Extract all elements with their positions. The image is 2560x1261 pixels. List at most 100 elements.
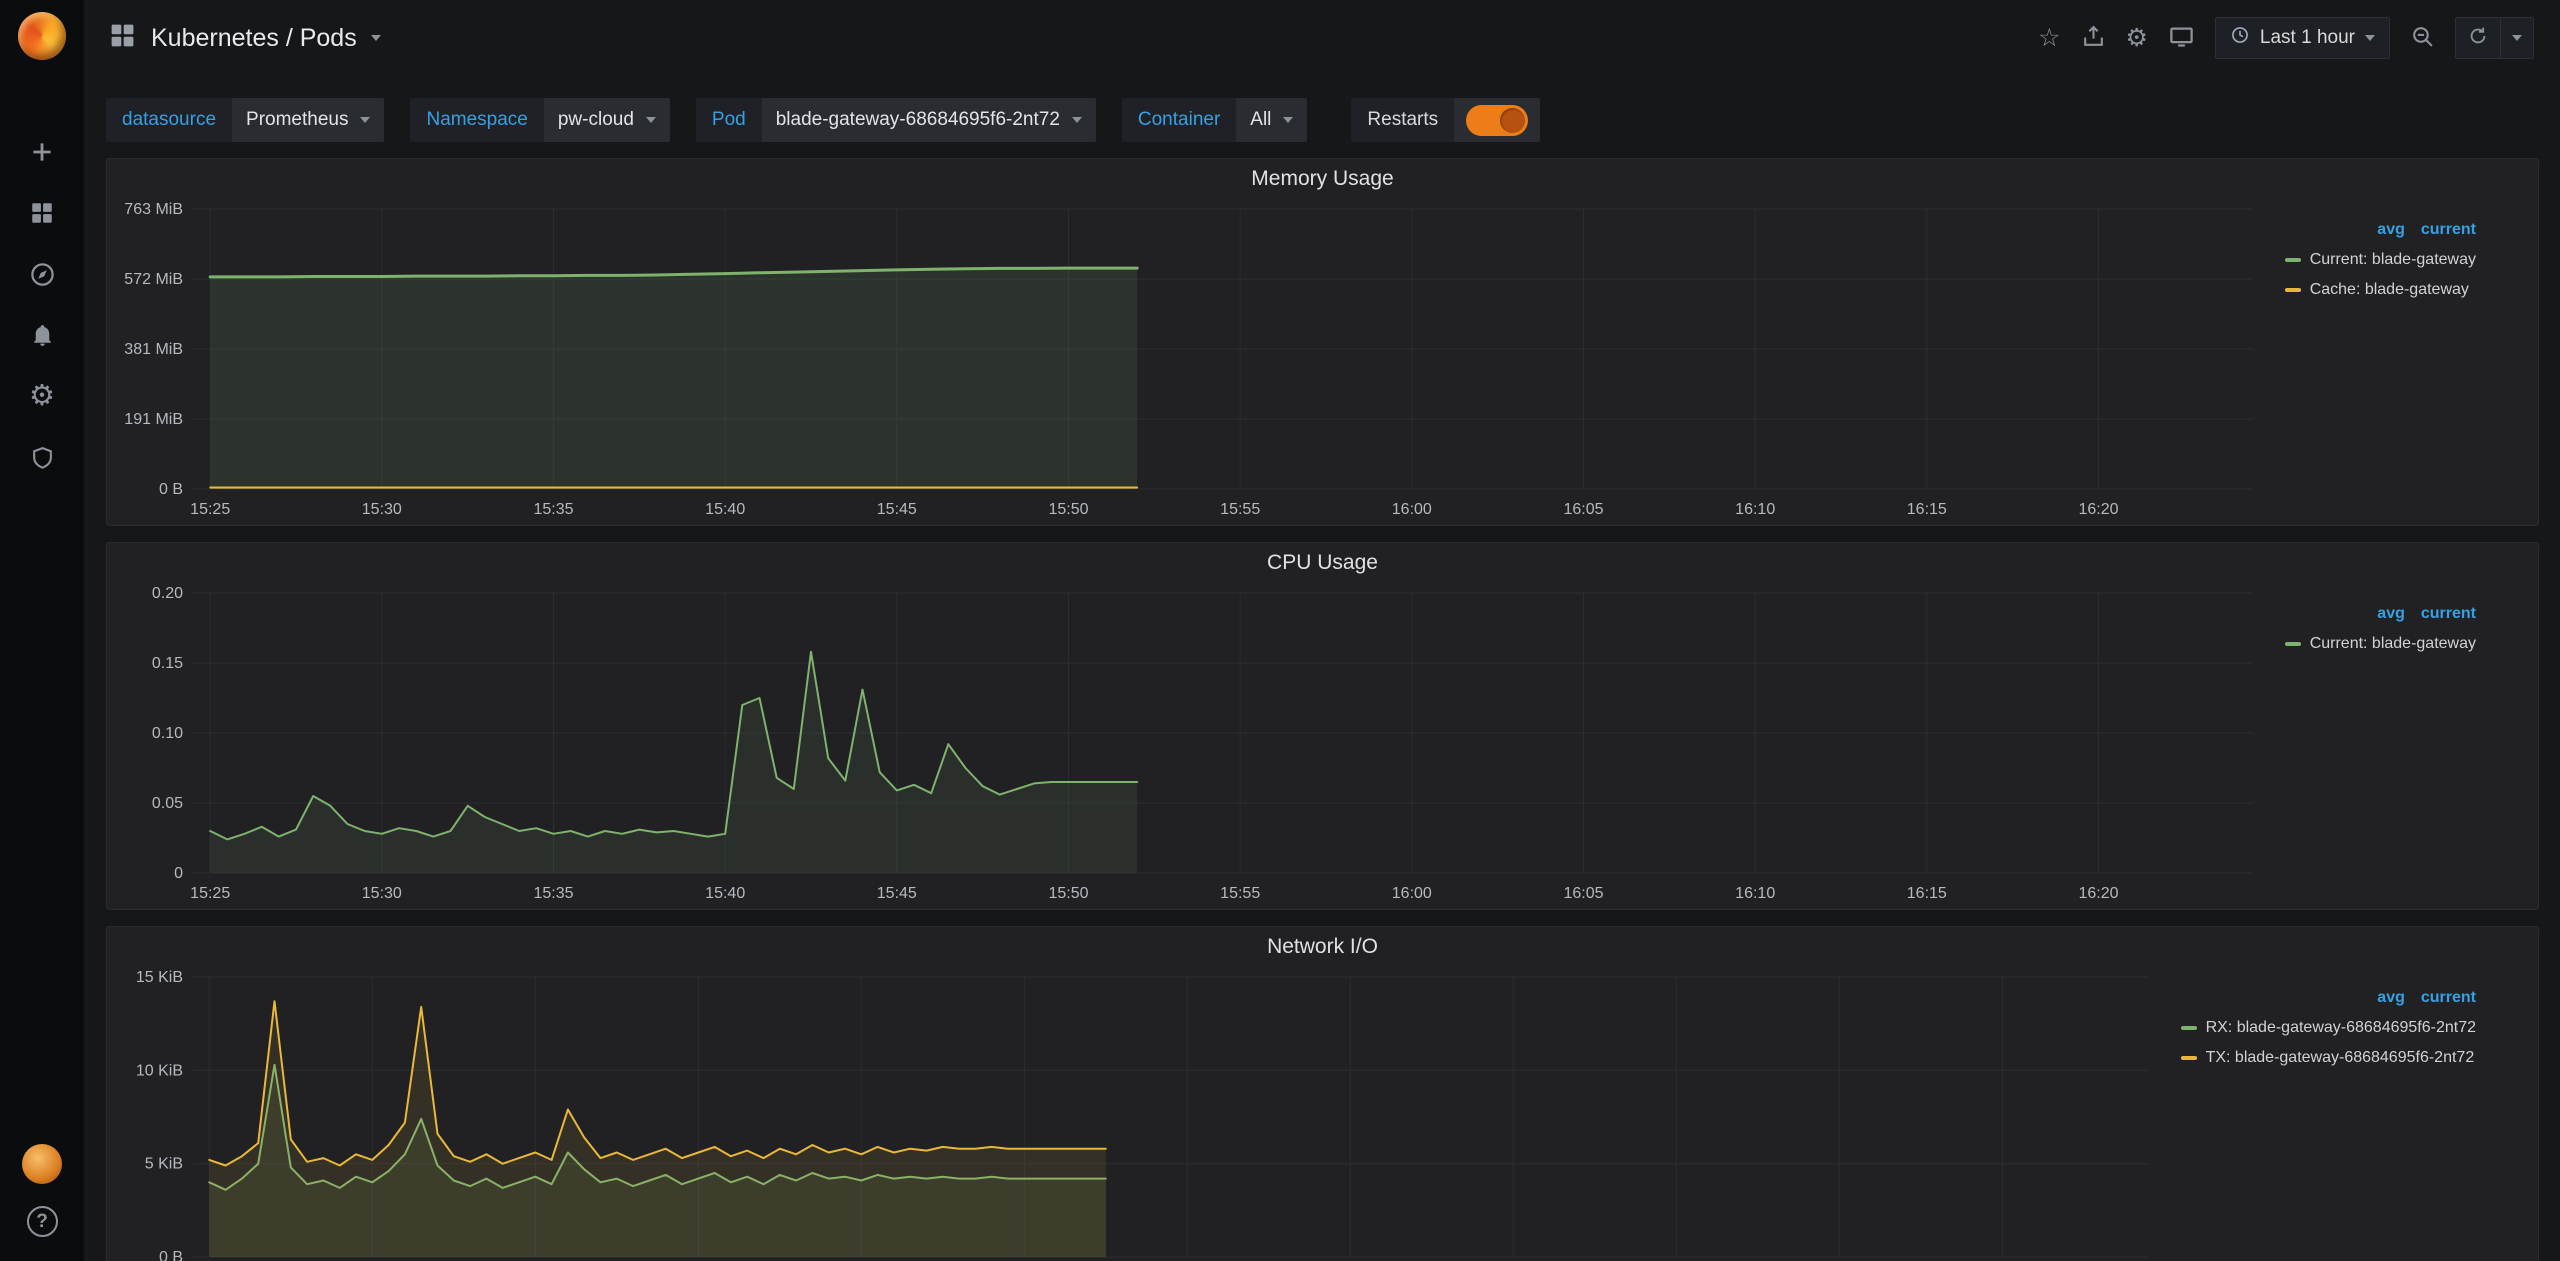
namespace-select[interactable]: pw-cloud: [544, 98, 670, 142]
variable-restarts: Restarts: [1351, 98, 1540, 142]
bell-icon: [30, 323, 55, 348]
user-avatar[interactable]: [22, 1144, 62, 1184]
sidebar-item-alerting[interactable]: [28, 321, 56, 349]
sidebar-item-explore[interactable]: [28, 260, 56, 288]
legend-item[interactable]: Current: blade-gateway: [2285, 251, 2476, 269]
clock-icon: [2230, 25, 2250, 51]
share-button[interactable]: [2081, 24, 2106, 52]
series-label: Cache: blade-gateway: [2310, 281, 2469, 299]
cycle-view-button[interactable]: [2168, 23, 2195, 53]
panel-title[interactable]: CPU Usage: [107, 543, 2538, 583]
svg-text:15:50: 15:50: [1048, 885, 1088, 902]
svg-text:0.10: 0.10: [152, 725, 183, 742]
legend-sort-avg[interactable]: avg: [2377, 989, 2405, 1007]
restarts-toggle[interactable]: [1466, 105, 1528, 136]
time-range-label: Last 1 hour: [2260, 27, 2355, 49]
svg-text:16:20: 16:20: [2078, 501, 2118, 518]
legend-sort-avg[interactable]: avg: [2377, 221, 2405, 239]
variable-pod: Pod blade-gateway-68684695f6-2nt72: [696, 98, 1096, 142]
svg-text:15:30: 15:30: [362, 501, 402, 518]
settings-button[interactable]: ⚙: [2126, 26, 2148, 51]
svg-text:15:55: 15:55: [1220, 501, 1260, 518]
sidebar-item-server-admin[interactable]: [28, 443, 56, 471]
variables-bar: datasource Prometheus Namespace pw-cloud…: [84, 76, 2560, 142]
legend-sort-links: avg current: [2285, 221, 2476, 239]
svg-text:16:10: 16:10: [1735, 885, 1775, 902]
series-swatch: [2181, 1056, 2197, 1060]
svg-text:15:30: 15:30: [362, 885, 402, 902]
shield-icon: [30, 445, 55, 470]
legend-item[interactable]: RX: blade-gateway-68684695f6-2nt72: [2181, 1019, 2476, 1037]
series-swatch: [2285, 288, 2301, 292]
panel-cpu-usage: CPU Usage 00.050.100.150.2015:2515:3015:…: [106, 542, 2539, 910]
svg-text:15:40: 15:40: [705, 501, 745, 518]
time-picker-button[interactable]: Last 1 hour: [2215, 17, 2390, 59]
refresh-icon: [2467, 25, 2489, 52]
panel-title[interactable]: Memory Usage: [107, 159, 2538, 199]
legend-sort-current[interactable]: current: [2421, 605, 2476, 623]
grafana-logo-icon[interactable]: [18, 12, 66, 60]
gear-icon: ⚙: [2126, 26, 2148, 51]
network-legend: avg current RX: blade-gateway-68684695f6…: [2165, 967, 2532, 1261]
legend-item[interactable]: TX: blade-gateway-68684695f6-2nt72: [2181, 1049, 2476, 1067]
legend-sort-current[interactable]: current: [2421, 221, 2476, 239]
chevron-down-icon: [646, 117, 656, 123]
legend-item[interactable]: Current: blade-gateway: [2285, 635, 2476, 653]
sidebar-item-dashboards[interactable]: [28, 199, 56, 227]
gear-icon: ⚙: [29, 382, 55, 411]
svg-text:15:50: 15:50: [1048, 501, 1088, 518]
svg-text:15:40: 15:40: [705, 885, 745, 902]
dashboard-header: Kubernetes / Pods ☆ ⚙: [84, 0, 2560, 76]
svg-text:15:55: 15:55: [1220, 885, 1260, 902]
svg-text:0.15: 0.15: [152, 655, 183, 672]
pod-value: blade-gateway-68684695f6-2nt72: [776, 109, 1060, 131]
svg-text:15:35: 15:35: [533, 501, 573, 518]
container-select[interactable]: All: [1236, 98, 1307, 142]
chevron-down-icon: [1072, 117, 1082, 123]
namespace-value: pw-cloud: [558, 109, 634, 131]
refresh-interval-button[interactable]: [2500, 18, 2533, 58]
legend-sort-links: avg current: [2285, 605, 2476, 623]
chevron-down-icon: [1283, 117, 1293, 123]
zoom-out-button[interactable]: [2410, 24, 2435, 52]
network-io-chart[interactable]: 0 B5 KiB10 KiB15 KiB15:2515:3015:3515:40…: [113, 967, 2165, 1261]
dashboards-icon: [29, 200, 55, 226]
svg-text:15:35: 15:35: [533, 885, 573, 902]
series-label: TX: blade-gateway-68684695f6-2nt72: [2206, 1049, 2475, 1067]
legend-sort-avg[interactable]: avg: [2377, 605, 2405, 623]
series-swatch: [2285, 258, 2301, 262]
variable-datasource: datasource Prometheus: [106, 98, 384, 142]
series-swatch: [2285, 642, 2301, 646]
legend-item[interactable]: Cache: blade-gateway: [2285, 281, 2476, 299]
sidebar-item-configuration[interactable]: ⚙: [28, 382, 56, 410]
panel-title[interactable]: Network I/O: [107, 927, 2538, 967]
star-button[interactable]: ☆: [2038, 26, 2060, 51]
variable-container: Container All: [1122, 98, 1308, 142]
sidebar: ⚙ ?: [0, 0, 84, 1261]
svg-text:15:25: 15:25: [190, 885, 230, 902]
refresh-button[interactable]: [2456, 18, 2500, 58]
sidebar-nav: ⚙: [28, 138, 56, 471]
svg-text:16:05: 16:05: [1563, 501, 1603, 518]
pod-select[interactable]: blade-gateway-68684695f6-2nt72: [762, 98, 1096, 142]
dashboard-title-group[interactable]: Kubernetes / Pods: [108, 21, 381, 55]
dashboard-title[interactable]: Kubernetes / Pods: [151, 24, 357, 53]
help-icon[interactable]: ?: [27, 1206, 58, 1237]
cpu-usage-chart[interactable]: 00.050.100.150.2015:2515:3015:3515:4015:…: [113, 583, 2269, 909]
legend-sort-current[interactable]: current: [2421, 989, 2476, 1007]
legend-sort-links: avg current: [2181, 989, 2476, 1007]
svg-text:0.20: 0.20: [152, 585, 183, 602]
sidebar-item-create[interactable]: [28, 138, 56, 166]
star-icon: ☆: [2038, 26, 2060, 51]
datasource-select[interactable]: Prometheus: [232, 98, 384, 142]
svg-text:16:05: 16:05: [1563, 885, 1603, 902]
svg-text:0: 0: [174, 865, 183, 882]
svg-text:381 MiB: 381 MiB: [124, 341, 183, 358]
header-actions: ☆ ⚙ Last 1 hour: [2038, 17, 2534, 59]
memory-usage-chart[interactable]: 0 B191 MiB381 MiB572 MiB763 MiB15:2515:3…: [113, 199, 2269, 525]
chevron-down-icon: [371, 35, 381, 41]
panel-network-io: Network I/O 0 B5 KiB10 KiB15 KiB15:2515:…: [106, 926, 2539, 1261]
share-icon: [2081, 24, 2106, 52]
refresh-button-group: [2455, 17, 2534, 59]
chevron-down-icon: [360, 117, 370, 123]
